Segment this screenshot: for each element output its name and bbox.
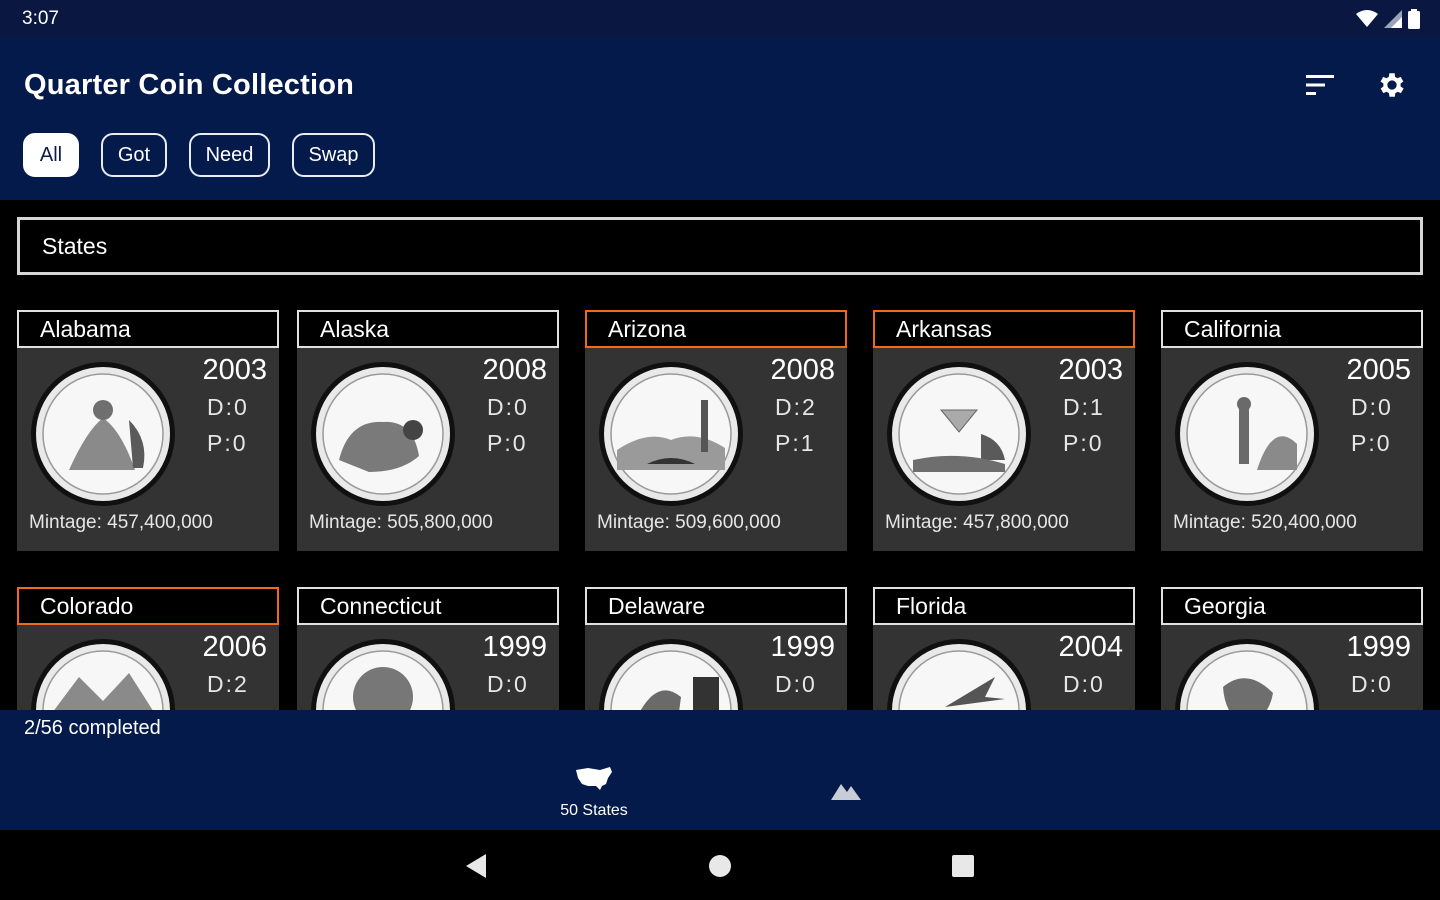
filter-chip-swap[interactable]: Swap (292, 133, 375, 177)
denver-count: D:0 (1351, 671, 1393, 697)
bottom-nav: 50 States (0, 746, 1440, 830)
nav-50-states[interactable]: 50 States (514, 746, 674, 830)
denver-count: D:1 (1063, 394, 1105, 420)
coin-card-title: Delaware (585, 587, 847, 625)
filter-chip-got[interactable]: Got (101, 133, 167, 177)
denver-count: D:0 (1063, 671, 1105, 697)
denver-count: D:0 (487, 394, 529, 420)
recents-button[interactable] (947, 850, 979, 882)
recents-square-icon (952, 855, 974, 877)
coin-card-title: Colorado (17, 587, 279, 625)
coin-mintage: Mintage: 509,600,000 (597, 512, 781, 533)
coin-card-arkansas[interactable]: Arkansas 2003 D:1 P:0 Mintage: 457,800,0… (873, 310, 1135, 551)
system-nav-bar (0, 830, 1440, 900)
coin-card-connecticut[interactable]: Connecticut 1999 D:0 (297, 587, 559, 710)
coin-year: 2003 (202, 354, 267, 386)
coin-image (887, 639, 1031, 710)
coin-image (31, 362, 175, 506)
coin-year: 1999 (770, 631, 835, 663)
section-header: States (17, 217, 1423, 275)
battery-icon (1408, 9, 1420, 29)
coin-mintage: Mintage: 520,400,000 (1173, 512, 1357, 533)
usa-map-icon (576, 767, 612, 790)
coin-card-title: Arizona (585, 310, 847, 348)
progress-strip: 2/56 completed (0, 710, 1440, 746)
app-bar: Quarter Coin Collection All Got Need Swa… (0, 37, 1440, 200)
philadelphia-count: P:0 (487, 430, 528, 456)
denver-count: D:0 (207, 394, 249, 420)
coin-image (599, 362, 743, 506)
coin-mintage: Mintage: 505,800,000 (309, 512, 493, 533)
coin-list[interactable]: States Alabama 2003 D:0 P:0 Mintage: 457… (0, 200, 1440, 710)
coin-card-arizona[interactable]: Arizona 2008 D:2 P:1 Mintage: 509,600,00… (585, 310, 847, 551)
philadelphia-count: P:0 (1063, 430, 1104, 456)
coin-card-georgia[interactable]: Georgia 1999 D:0 (1161, 587, 1423, 710)
status-bar: 3:07 (0, 0, 1440, 37)
denver-count: D:0 (775, 671, 817, 697)
coin-mintage: Mintage: 457,800,000 (885, 512, 1069, 533)
sort-icon (1306, 75, 1334, 95)
sort-button[interactable] (1300, 65, 1340, 105)
nav-parks[interactable] (766, 746, 926, 830)
settings-button[interactable] (1372, 65, 1412, 105)
coin-year: 2008 (482, 354, 547, 386)
denver-count: D:0 (487, 671, 529, 697)
coin-card-california[interactable]: California 2005 D:0 P:0 Mintage: 520,400… (1161, 310, 1423, 551)
coin-image (311, 639, 455, 710)
home-circle-icon (709, 855, 731, 877)
coin-card-title: Alaska (297, 310, 559, 348)
philadelphia-count: P:0 (1351, 430, 1392, 456)
coin-year: 2008 (770, 354, 835, 386)
coin-mintage: Mintage: 457,400,000 (29, 512, 213, 533)
denver-count: D:0 (1351, 394, 1393, 420)
filter-chip-need[interactable]: Need (189, 133, 270, 177)
coin-year: 2003 (1058, 354, 1123, 386)
progress-text: 2/56 completed (24, 717, 161, 739)
app-title: Quarter Coin Collection (24, 69, 355, 101)
coin-card-title: Alabama (17, 310, 279, 348)
wifi-icon (1356, 10, 1378, 27)
status-icons (1356, 8, 1420, 30)
coin-card-alaska[interactable]: Alaska 2008 D:0 P:0 Mintage: 505,800,000 (297, 310, 559, 551)
coin-image (311, 362, 455, 506)
coin-card-title: California (1161, 310, 1423, 348)
signal-icon (1384, 10, 1402, 28)
coin-year: 1999 (482, 631, 547, 663)
coin-card-title: Georgia (1161, 587, 1423, 625)
mountains-icon (831, 784, 861, 800)
philadelphia-count: P:0 (207, 430, 248, 456)
coin-card-florida[interactable]: Florida 2004 D:0 (873, 587, 1135, 710)
coin-image (1175, 639, 1319, 710)
home-button[interactable] (704, 850, 736, 882)
coin-year: 2005 (1346, 354, 1411, 386)
filter-chip-all[interactable]: All (23, 133, 79, 177)
back-triangle-icon (466, 854, 486, 878)
coin-image (1175, 362, 1319, 506)
denver-count: D:2 (207, 671, 249, 697)
nav-label: 50 States (560, 802, 628, 819)
coin-card-delaware[interactable]: Delaware 1999 D:0 (585, 587, 847, 710)
back-button[interactable] (460, 850, 492, 882)
coin-year: 1999 (1346, 631, 1411, 663)
coin-card-title: Florida (873, 587, 1135, 625)
coin-year: 2006 (202, 631, 267, 663)
philadelphia-count: P:1 (775, 430, 816, 456)
coin-card-alabama[interactable]: Alabama 2003 D:0 P:0 Mintage: 457,400,00… (17, 310, 279, 551)
coin-image (599, 639, 743, 710)
denver-count: D:2 (775, 394, 817, 420)
coin-image (31, 639, 175, 710)
coin-image (887, 362, 1031, 506)
coin-card-title: Connecticut (297, 587, 559, 625)
coin-year: 2004 (1058, 631, 1123, 663)
gear-icon (1380, 73, 1404, 97)
status-time: 3:07 (22, 8, 59, 29)
coin-card-colorado[interactable]: Colorado 2006 D:2 (17, 587, 279, 710)
coin-card-title: Arkansas (873, 310, 1135, 348)
